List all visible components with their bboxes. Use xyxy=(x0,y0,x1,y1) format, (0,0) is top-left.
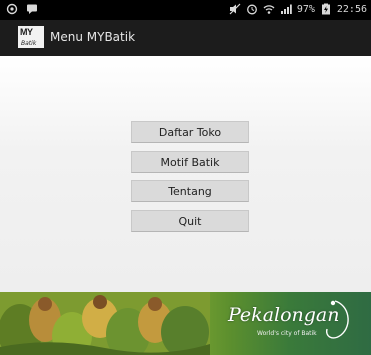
status-bar: 97% 22:56 xyxy=(0,0,371,20)
chat-icon xyxy=(27,4,37,14)
brand-tagline: World's city of Batik xyxy=(257,330,317,337)
mute-icon xyxy=(229,3,241,15)
app-logo[interactable]: MY Batik xyxy=(18,26,44,48)
action-bar: MY Batik Menu MYBatik xyxy=(0,20,371,56)
dancers-photo xyxy=(0,292,210,355)
logo-subtext: Batik xyxy=(21,40,37,47)
daftar-toko-button[interactable]: Daftar Toko xyxy=(131,121,249,143)
alarm-icon xyxy=(246,4,257,15)
footer-banner: Pekalongan World's city of Batik xyxy=(0,292,371,355)
quit-button[interactable]: Quit xyxy=(131,210,249,232)
main-content xyxy=(0,56,371,292)
logo-text: MY xyxy=(20,27,33,37)
clock: 22:56 xyxy=(336,3,367,15)
motif-batik-button[interactable]: Motif Batik xyxy=(131,151,249,173)
battery-percent: 97% xyxy=(296,3,315,15)
circle-icon xyxy=(6,3,18,15)
signal-icon xyxy=(280,4,292,14)
tentang-button[interactable]: Tentang xyxy=(131,180,249,202)
battery-icon xyxy=(321,3,330,15)
app-title: Menu MYBatik xyxy=(50,30,136,44)
wifi-icon xyxy=(263,5,275,14)
brand-text: Pekalongan xyxy=(228,304,340,326)
